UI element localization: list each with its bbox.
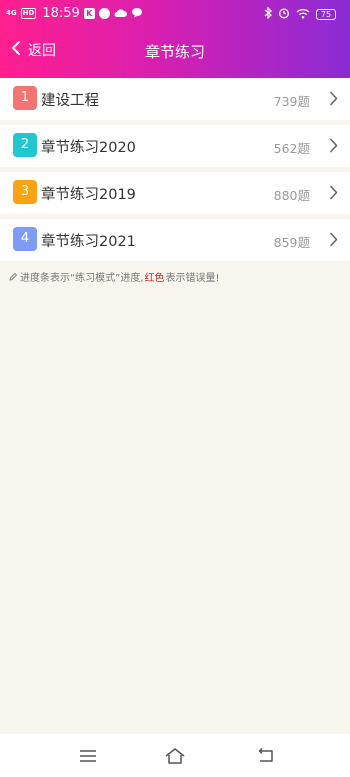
chapter-row[interactable]: 1 建设工程 739题 [0, 78, 350, 120]
menu-button[interactable] [77, 746, 99, 766]
note-text: 进度条表示“练习模式”进度, [20, 273, 144, 284]
chapter-row[interactable]: 3 章节练习2019 880题 [0, 172, 350, 214]
menu-icon [80, 750, 96, 762]
pencil-icon [9, 272, 18, 281]
chapter-index-badge: 3 [13, 180, 37, 204]
chevron-right-icon [330, 232, 338, 247]
status-bar: 4G HD 18:59 K 75 [0, 0, 350, 28]
alarm-icon [278, 7, 290, 22]
chapter-name: 建设工程 [41, 93, 99, 109]
home-icon [165, 748, 185, 764]
chapter-row[interactable]: 4 章节练习2021 859题 [0, 219, 350, 261]
progress-note: 进度条表示“练习模式”进度, 红色 表示错误量! [8, 269, 220, 284]
hd-indicator: HD [20, 8, 37, 19]
header: 4G HD 18:59 K 75 返回 章节练习 [0, 0, 350, 78]
back-arrow-icon [258, 747, 273, 762]
page-title: 章节练习 [144, 43, 205, 61]
nav-bar: 返回 章节练习 [0, 32, 350, 70]
chapter-row[interactable]: 2 章节练习2020 562题 [0, 125, 350, 167]
back-nav-button[interactable] [255, 746, 277, 766]
chevron-right-icon [330, 91, 338, 106]
chevron-right-icon [330, 185, 338, 200]
status-time: 18:59 [42, 6, 80, 21]
app-notification-icon: K [83, 8, 95, 19]
chapter-name: 章节练习2021 [41, 234, 136, 250]
chapter-index-badge: 2 [13, 133, 37, 157]
chevron-right-icon [330, 138, 338, 153]
message-icon [131, 7, 143, 21]
network-indicator: 4G [6, 9, 17, 17]
question-count: 859题 [273, 235, 310, 250]
system-nav-bar [0, 734, 350, 777]
battery-indicator: 75 [316, 9, 336, 20]
chapter-name: 章节练习2019 [41, 187, 136, 203]
wifi-icon [296, 8, 310, 22]
home-button[interactable] [164, 746, 186, 766]
chapter-list: 1 建设工程 739题 2 章节练习2020 562题 3 章节练习2019 8… [0, 78, 350, 266]
note-text-end: 表示错误量! [165, 273, 220, 284]
cloud-icon [114, 7, 127, 21]
clock-notification-icon [98, 8, 110, 19]
chapter-index-badge: 1 [13, 86, 37, 110]
question-count: 739题 [273, 94, 310, 109]
bluetooth-icon [264, 6, 272, 22]
chapter-index-badge: 4 [13, 227, 37, 251]
chapter-name: 章节练习2020 [41, 140, 136, 156]
note-highlight: 红色 [144, 273, 165, 284]
question-count: 880题 [273, 188, 310, 203]
question-count: 562题 [273, 141, 310, 156]
